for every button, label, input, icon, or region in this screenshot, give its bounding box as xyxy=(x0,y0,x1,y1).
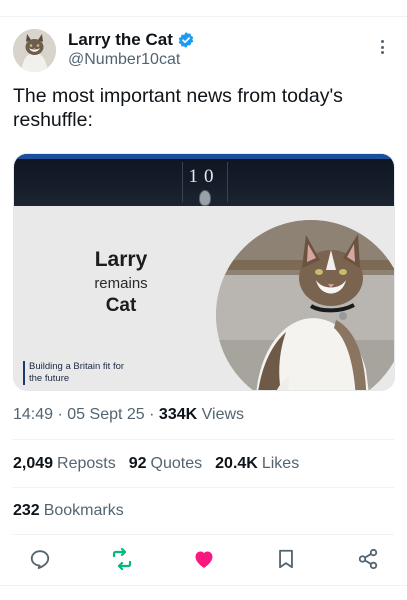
cat-avatar-image xyxy=(13,29,56,72)
user-handle[interactable]: @Number10cat xyxy=(68,51,180,69)
graphic-headline-line2: remains xyxy=(94,275,148,292)
views-label: Views xyxy=(201,406,245,423)
meta-separator: · xyxy=(57,406,63,423)
tweet-meta: 14:49 · 05 Sept 25 · 334K Views xyxy=(13,406,244,424)
action-bar xyxy=(28,547,380,573)
likes-label: Likes xyxy=(261,455,300,472)
bookmarks-stat[interactable]: 232 Bookmarks xyxy=(13,502,124,520)
graphic-headline-line1: Larry xyxy=(94,248,148,271)
bottom-divider xyxy=(0,585,407,586)
likes-stat[interactable]: 20.4K Likes xyxy=(215,455,299,473)
tweet-header: Larry the Cat @Number10cat xyxy=(13,29,393,73)
tweet-date[interactable]: 05 Sept 25 xyxy=(67,406,144,423)
display-name[interactable]: Larry the Cat xyxy=(68,30,173,50)
share-icon[interactable] xyxy=(356,547,380,571)
avatar[interactable] xyxy=(13,29,56,72)
bookmarks-label: Bookmarks xyxy=(43,502,124,519)
graphic-slogan: Building a Britain fit for the future xyxy=(23,361,133,385)
graphic-headline-line3: Cat xyxy=(105,295,137,316)
retweet-icon[interactable] xyxy=(110,547,134,571)
downing-street-door-banner: 10 xyxy=(14,154,394,206)
tweet-media-image[interactable]: 10 Larry remains Cat Building a Britain … xyxy=(13,153,395,391)
divider xyxy=(13,534,394,535)
more-options-icon[interactable] xyxy=(375,37,389,57)
reposts-count: 2,049 xyxy=(13,455,54,472)
engagement-stats: 2,049 Reposts 92 Quotes 20.4K Likes xyxy=(13,455,299,473)
door-knocker-icon xyxy=(199,190,211,206)
divider xyxy=(13,487,394,488)
reposts-stat[interactable]: 2,049 Reposts xyxy=(13,455,116,473)
heart-icon[interactable] xyxy=(192,547,216,571)
tweet-text: The most important news from today's res… xyxy=(13,85,343,131)
meta-separator: · xyxy=(149,406,155,423)
bookmarks-count: 232 xyxy=(13,502,40,519)
quotes-label: Quotes xyxy=(150,455,203,472)
tweet-time[interactable]: 14:49 xyxy=(13,406,53,423)
divider xyxy=(13,439,394,440)
bookmark-icon[interactable] xyxy=(274,547,298,571)
verified-badge-icon[interactable] xyxy=(177,31,195,49)
likes-count: 20.4K xyxy=(215,455,258,472)
reposts-label: Reposts xyxy=(57,455,116,472)
door-number: 10 xyxy=(188,166,220,187)
quotes-count: 92 xyxy=(128,455,147,472)
quotes-stat[interactable]: 92 Quotes xyxy=(129,455,202,473)
reply-icon[interactable] xyxy=(28,547,52,571)
views-count: 334K xyxy=(158,406,198,423)
top-divider xyxy=(0,16,407,17)
